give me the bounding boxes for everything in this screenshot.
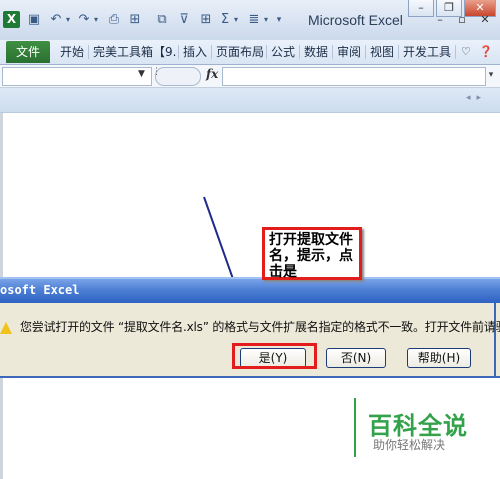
watermark-subtitle: 助你轻松解决 xyxy=(373,438,446,452)
dialog-message: 您尝试打开的文件 “提取文件名.xls” 的格式与文件扩展名指定的格式不一致。打… xyxy=(20,320,500,334)
yes-button-highlight xyxy=(232,343,317,369)
warning-icon xyxy=(0,322,12,334)
dialog-title: osoft Excel xyxy=(0,283,80,297)
no-button[interactable]: 否(N) xyxy=(326,348,386,368)
instruction-callout: 打开提取文件名，提示，点击是 xyxy=(262,227,362,280)
dialog-right-border xyxy=(494,303,496,376)
dialog-title-bar[interactable]: osoft Excel xyxy=(0,277,500,303)
help-button[interactable]: 帮助(H) xyxy=(407,348,471,368)
